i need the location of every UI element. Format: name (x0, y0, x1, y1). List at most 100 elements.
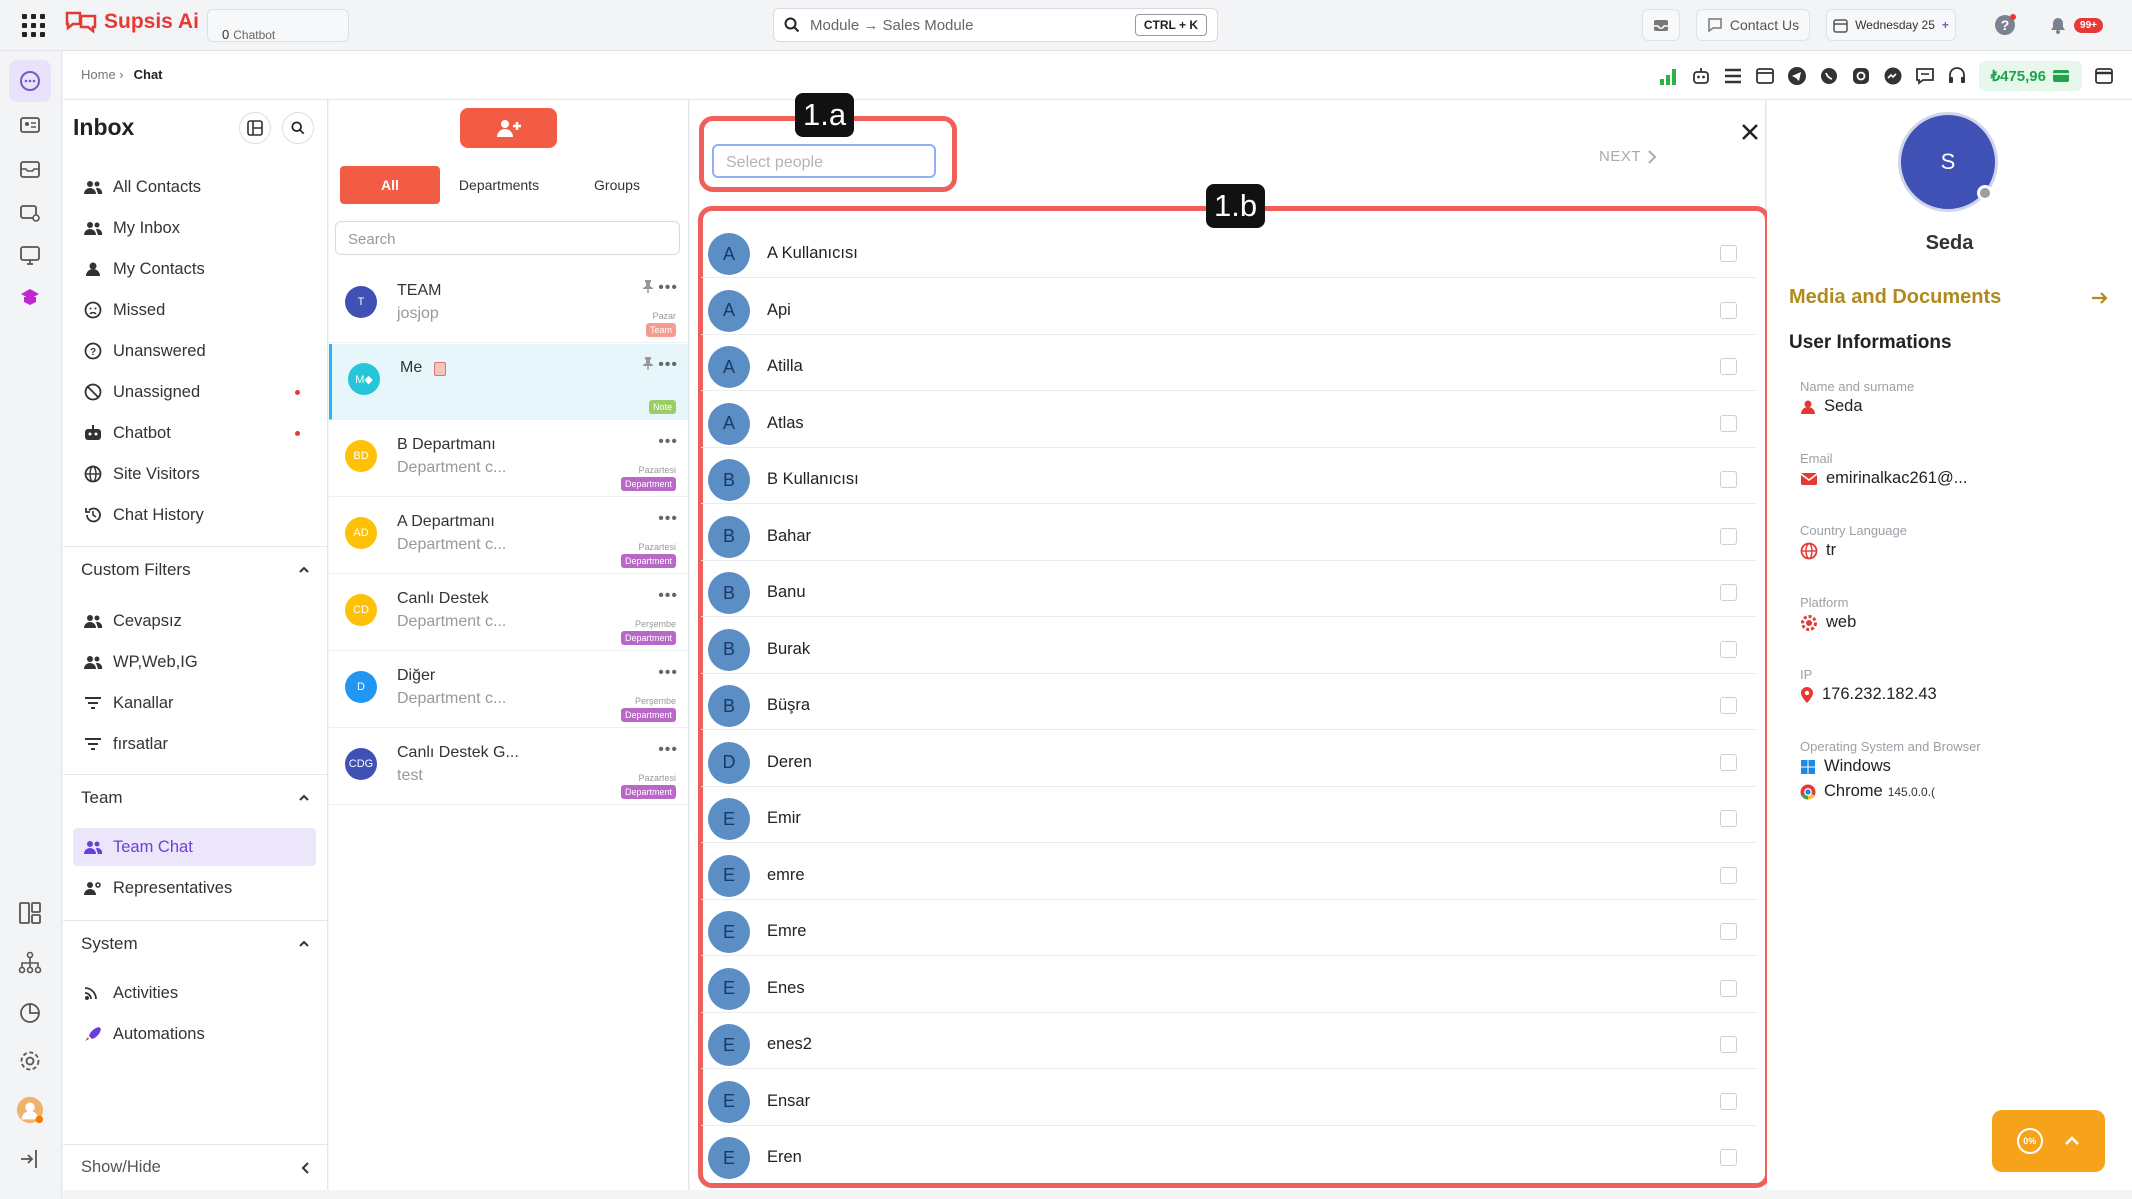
system-header[interactable]: System (63, 920, 328, 966)
show-hide-toggle[interactable]: Show/Hide (63, 1144, 328, 1190)
rail-contacts-button[interactable] (16, 111, 44, 139)
person-checkbox[interactable] (1720, 923, 1737, 940)
sidebar-item-site-visitors[interactable]: Site Visitors (73, 455, 316, 493)
person-row[interactable]: E Emre (701, 900, 1757, 956)
brand-logo[interactable]: Supsis Ai (64, 10, 199, 34)
balance-chip[interactable]: ₺475,96 (1978, 61, 2082, 91)
person-checkbox[interactable] (1720, 697, 1737, 714)
more-options-icon[interactable]: ••• (658, 587, 678, 605)
conversation-item[interactable]: CD Canlı Destek Department c... ••• Perşembe… (329, 575, 688, 651)
person-checkbox[interactable] (1720, 866, 1737, 884)
help-button[interactable]: ? (1990, 9, 2020, 41)
more-options-icon[interactable]: ••• (658, 510, 678, 528)
signal-icon[interactable] (1659, 66, 1679, 86)
window-icon[interactable] (2094, 66, 2114, 86)
pin-icon[interactable] (642, 279, 654, 293)
messenger-icon[interactable] (1883, 66, 1903, 86)
person-row[interactable]: Eenes2 (701, 1013, 1757, 1069)
sidebar-item-team-chat[interactable]: Team Chat (73, 828, 316, 866)
rail-reports-button[interactable] (16, 999, 44, 1027)
rail-settings-chat-button[interactable] (16, 199, 44, 227)
person-checkbox[interactable] (1720, 810, 1737, 827)
rail-chat-button[interactable] (9, 60, 51, 102)
person-row[interactable]: E Eren (701, 1126, 1757, 1180)
headset-icon[interactable] (1947, 66, 1967, 86)
person-checkbox[interactable] (1720, 640, 1737, 658)
inbox-tray-button[interactable] (1642, 9, 1680, 41)
chatbot-counter[interactable]: 0 Chatbot (207, 9, 349, 42)
person-row[interactable]: A Atilla (701, 335, 1757, 391)
layout-toggle-button[interactable] (239, 112, 271, 144)
rail-settings-button[interactable] (16, 1047, 44, 1075)
telegram-icon[interactable] (1787, 66, 1807, 86)
field-value[interactable]: emirinalkac261@... (1826, 469, 1967, 488)
pin-icon[interactable] (642, 356, 654, 370)
select-people-input[interactable]: Select people (712, 144, 936, 178)
sidebar-item-automations[interactable]: Automations (73, 1015, 316, 1053)
person-row[interactable]: B Büşra (701, 674, 1757, 730)
whatsapp-icon[interactable] (1819, 66, 1839, 86)
rail-archive-button[interactable] (16, 155, 44, 183)
rail-layout-button[interactable] (16, 899, 44, 927)
new-group-button[interactable] (460, 108, 557, 148)
notifications-button[interactable]: 99+ (2038, 9, 2114, 41)
team-header[interactable]: Team (63, 774, 328, 820)
sidebar-item-my-contacts[interactable]: My Contacts (73, 250, 316, 288)
sidebar-search-button[interactable] (282, 112, 314, 144)
conversation-item[interactable]: M◆ Me ••• Note (329, 344, 688, 420)
robot-icon[interactable] (1691, 66, 1711, 86)
close-panel-button[interactable] (1736, 118, 1764, 146)
person-row[interactable]: A Api (701, 279, 1757, 335)
person-row[interactable]: E Emir (701, 787, 1757, 843)
person-checkbox[interactable] (1720, 584, 1737, 601)
rail-logout-button[interactable] (16, 1145, 44, 1173)
person-row[interactable]: E Ensar (701, 1070, 1757, 1126)
person-row[interactable]: B Bahar (701, 505, 1757, 561)
tab-groups[interactable]: Groups (558, 166, 676, 204)
person-row[interactable]: Eemre (701, 844, 1757, 900)
person-row[interactable]: A A Kullanıcısı (701, 222, 1757, 278)
conversation-item[interactable]: T TEAM josjop ••• Pazar Team (329, 267, 688, 343)
person-row[interactable]: E Enes (701, 957, 1757, 1013)
conversation-item[interactable]: BD B Departmanı Department c... ••• Pazartes… (329, 421, 688, 497)
person-row[interactable]: B Banu (701, 561, 1757, 617)
apps-grid-icon[interactable] (22, 14, 45, 37)
person-checkbox[interactable] (1720, 1092, 1737, 1110)
filter-item-wp-web-ig[interactable]: WP,Web,IG (73, 643, 316, 681)
instagram-icon[interactable] (1851, 66, 1871, 86)
module-search[interactable]: Module → Sales Module CTRL + K (773, 8, 1218, 42)
person-checkbox[interactable] (1720, 358, 1737, 375)
contact-us-button[interactable]: Contact Us (1696, 9, 1810, 41)
person-row[interactable]: D Deren (701, 731, 1757, 787)
conversation-search-input[interactable]: Search (335, 221, 680, 255)
sidebar-item-missed[interactable]: Missed (73, 291, 316, 329)
breadcrumb-home[interactable]: Home › (81, 67, 124, 82)
more-options-icon[interactable]: ••• (658, 279, 678, 297)
sidebar-item-all-contacts[interactable]: All Contacts (73, 168, 316, 206)
person-checkbox[interactable] (1720, 414, 1737, 432)
sidebar-item-chat-history[interactable]: Chat History (73, 496, 316, 534)
filter-item-firsatlar[interactable]: fırsatlar (73, 725, 316, 763)
list-icon[interactable] (1723, 66, 1743, 86)
rail-monitor-button[interactable] (16, 241, 44, 269)
rail-hierarchy-button[interactable] (16, 949, 44, 977)
conversation-item[interactable]: CDG Canlı Destek G... test ••• Pazartesi Depa… (329, 729, 688, 805)
sidebar-item-my-inbox[interactable]: My Inbox (73, 209, 316, 247)
tab-departments[interactable]: Departments (440, 166, 558, 204)
sidebar-item-unanswered[interactable]: ? Unanswered (73, 332, 316, 370)
sms-icon[interactable] (1915, 66, 1935, 86)
add-date-icon[interactable]: + (1942, 18, 1949, 32)
person-row[interactable]: B B Kullanıcısı (701, 448, 1757, 504)
person-row[interactable]: A Atlas (701, 392, 1757, 448)
sidebar-item-representatives[interactable]: Representatives (73, 869, 316, 907)
sidebar-item-activities[interactable]: Activities (73, 974, 316, 1012)
person-checkbox[interactable] (1720, 753, 1737, 771)
more-options-icon[interactable]: ••• (658, 741, 678, 759)
more-options-icon[interactable]: ••• (658, 664, 678, 682)
more-options-icon[interactable]: ••• (658, 356, 678, 374)
person-checkbox[interactable] (1720, 1149, 1737, 1166)
sidebar-item-unassigned[interactable]: Unassigned (73, 373, 316, 411)
person-checkbox[interactable] (1720, 245, 1737, 262)
media-documents-link[interactable]: Media and Documents (1789, 286, 2109, 309)
sidebar-item-chatbot[interactable]: Chatbot (73, 414, 316, 452)
